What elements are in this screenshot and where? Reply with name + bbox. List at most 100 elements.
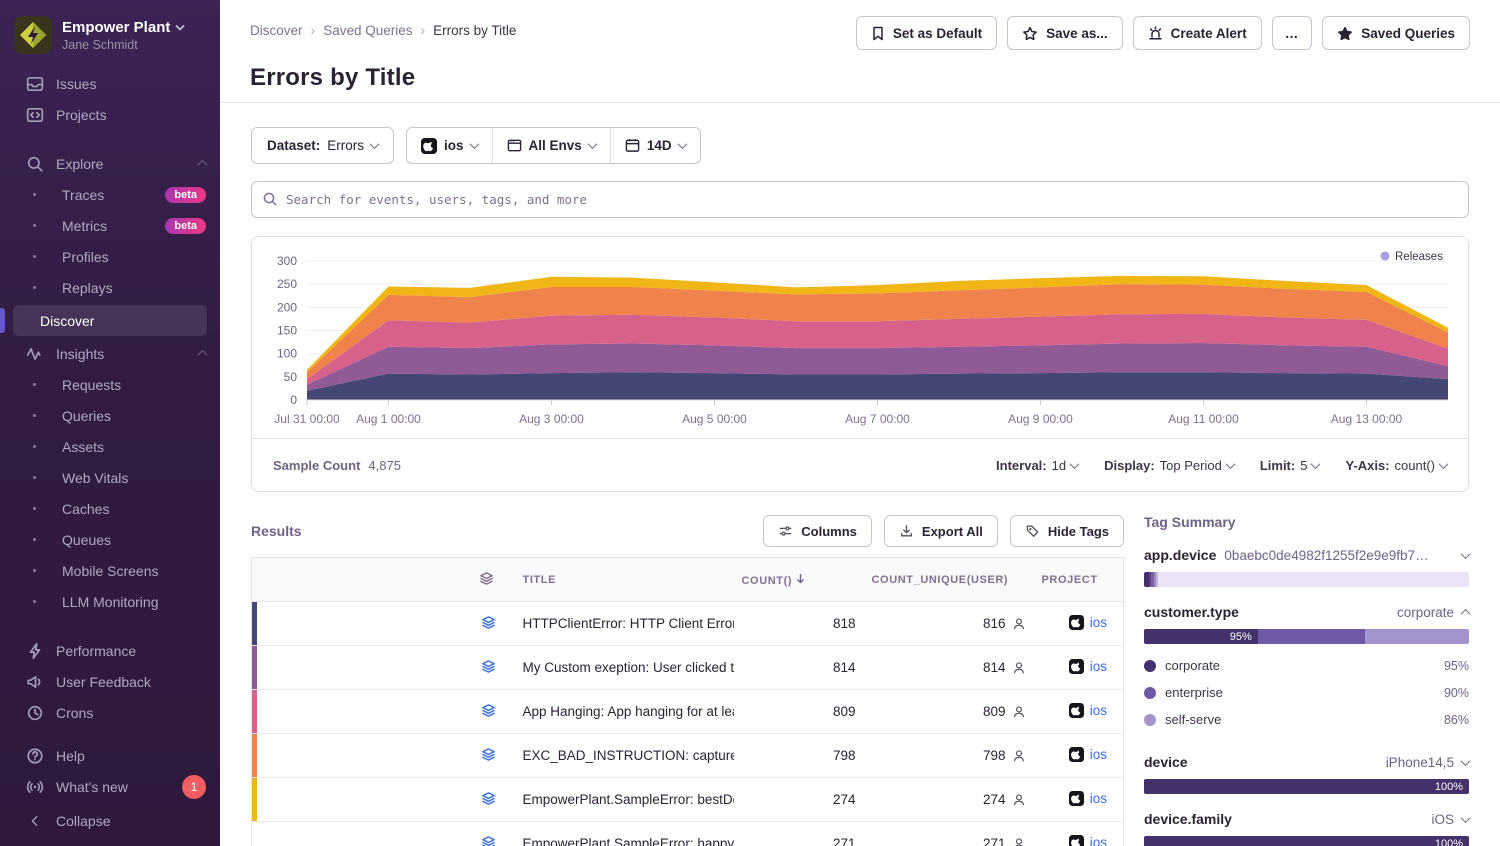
event-title[interactable]: EmpowerPlant.SampleError: happyCustomer … <box>523 836 734 846</box>
table-row[interactable]: EmpowerPlant.SampleError: happyCustomer … <box>252 822 1124 846</box>
sidebar-item-crons[interactable]: Crons <box>0 697 220 728</box>
table-row[interactable]: EmpowerPlant.SampleError: bestDeveloper … <box>252 778 1124 822</box>
columns-button[interactable]: Columns <box>763 515 872 547</box>
sidebar-item-mobile-screens[interactable]: Mobile Screens <box>0 555 220 586</box>
sidebar-group-insights[interactable]: Insights <box>0 338 220 369</box>
layers-icon <box>479 571 494 586</box>
page-filters: ios All Envs 14D <box>406 127 701 164</box>
hide-tags-button[interactable]: Hide Tags <box>1010 515 1124 547</box>
saved-queries-button[interactable]: Saved Queries <box>1322 16 1470 50</box>
tag-section-device[interactable]: device iPhone14,5 100% <box>1144 754 1469 794</box>
tag-section-device-family[interactable]: device.family iOS 100% <box>1144 811 1469 846</box>
events-chart[interactable]: Jul 31 00:00Aug 1 00:00Aug 3 00:00Aug 5 … <box>252 237 1468 437</box>
sidebar-collapse-button[interactable]: Collapse <box>0 805 220 836</box>
beta-badge: beta <box>165 187 206 203</box>
column-project[interactable]: PROJECT <box>1034 558 1124 602</box>
project-link[interactable]: ios <box>1069 659 1107 674</box>
tag-legend: corporate95% enterprise90% self-serve86% <box>1144 652 1469 733</box>
layers-icon[interactable] <box>481 615 496 630</box>
chevron-down-icon <box>1070 459 1080 469</box>
set-as-default-button[interactable]: Set as Default <box>856 16 997 50</box>
project-link[interactable]: ios <box>1069 703 1107 718</box>
apple-ios-icon <box>1069 615 1084 630</box>
user-icon <box>1012 837 1026 846</box>
event-title[interactable]: EXC_BAD_INSTRUCTION: captureFatalError: … <box>523 748 734 763</box>
sidebar-item-web-vitals[interactable]: Web Vitals <box>0 462 220 493</box>
yaxis-selector[interactable]: Y-Axis:count() <box>1345 458 1447 473</box>
sidebar-item-metrics[interactable]: Metrics beta <box>0 210 220 241</box>
sidebar-item-queries[interactable]: Queries <box>0 400 220 431</box>
search-icon <box>262 191 278 207</box>
chevron-left-icon <box>26 812 44 830</box>
sidebar-item-whats-new[interactable]: What's new 1 <box>0 771 220 802</box>
chevron-down-icon <box>370 139 380 149</box>
star-outline-icon <box>1022 26 1038 41</box>
layers-icon[interactable] <box>481 791 496 806</box>
dataset-selector[interactable]: Dataset:Errors <box>251 127 394 164</box>
sidebar-item-replays[interactable]: Replays <box>0 272 220 303</box>
sidebar-item-performance[interactable]: Performance <box>0 635 220 666</box>
column-count[interactable]: COUNT() <box>734 558 864 602</box>
environment-filter[interactable]: All Envs <box>492 128 610 163</box>
sidebar-item-requests[interactable]: Requests <box>0 369 220 400</box>
y-tick-label: 250 <box>277 277 297 291</box>
sidebar-item-queues[interactable]: Queues <box>0 524 220 555</box>
sidebar-item-traces[interactable]: Traces beta <box>0 179 220 210</box>
breadcrumb-discover[interactable]: Discover <box>250 23 303 38</box>
export-all-button[interactable]: Export All <box>884 515 998 547</box>
active-indicator <box>0 308 5 333</box>
more-options-button[interactable]: … <box>1272 16 1313 50</box>
sidebar-item-assets[interactable]: Assets <box>0 431 220 462</box>
project-link[interactable]: ios <box>1069 791 1107 806</box>
sidebar-item-user-feedback[interactable]: User Feedback <box>0 666 220 697</box>
event-title[interactable]: My Custom exeption: User clicked the but… <box>523 660 734 675</box>
x-tick-label: Aug 5 00:00 <box>682 412 747 426</box>
results-label: Results <box>251 523 302 539</box>
results-table: TITLE COUNT() COUNT_UNIQUE(USER) PROJECT… <box>251 557 1124 846</box>
breadcrumb-saved-queries[interactable]: Saved Queries <box>323 23 412 38</box>
sidebar-item-caches[interactable]: Caches <box>0 493 220 524</box>
project-link[interactable]: ios <box>1069 835 1107 846</box>
limit-selector[interactable]: Limit:5 <box>1260 458 1320 473</box>
tag-icon <box>1025 524 1040 538</box>
org-switcher[interactable]: Empower Plant Jane Schmidt <box>0 0 220 68</box>
column-title[interactable]: TITLE <box>515 558 734 602</box>
sidebar-item-issues[interactable]: Issues <box>0 68 220 99</box>
search-input[interactable] <box>251 181 1469 218</box>
layers-icon[interactable] <box>481 659 496 674</box>
table-row[interactable]: HTTPClientError: HTTP Client Error with … <box>252 602 1124 646</box>
apple-ios-icon <box>1069 835 1084 846</box>
event-title[interactable]: EmpowerPlant.SampleError: bestDeveloper … <box>523 792 734 807</box>
layers-icon[interactable] <box>481 747 496 762</box>
sidebar-item-projects[interactable]: Projects <box>0 99 220 130</box>
sidebar-item-profiles[interactable]: Profiles <box>0 241 220 272</box>
tag-section-customer-type[interactable]: customer.type corporate 95% corporate95%… <box>1144 604 1469 733</box>
display-selector[interactable]: Display:Top Period <box>1104 458 1234 473</box>
count-cell: 818 <box>734 602 864 646</box>
project-link[interactable]: ios <box>1069 747 1107 762</box>
org-logo <box>14 16 52 54</box>
layers-icon[interactable] <box>481 835 496 846</box>
project-link[interactable]: ios <box>1069 615 1107 630</box>
column-count-unique[interactable]: COUNT_UNIQUE(USER) <box>864 558 1034 602</box>
legend-label[interactable]: Releases <box>1395 251 1443 263</box>
table-row[interactable]: App Hanging: App hanging for at least 20… <box>252 690 1124 734</box>
project-filter[interactable]: ios <box>407 128 492 163</box>
table-row[interactable]: EXC_BAD_INSTRUCTION: captureFatalError: … <box>252 734 1124 778</box>
layers-icon[interactable] <box>481 703 496 718</box>
save-as-button[interactable]: Save as... <box>1007 16 1123 50</box>
sidebar-item-discover[interactable]: Discover <box>0 305 220 336</box>
interval-selector[interactable]: Interval:1d <box>996 458 1078 473</box>
bookmark-icon <box>871 26 885 41</box>
create-alert-button[interactable]: Create Alert <box>1133 16 1262 50</box>
table-row[interactable]: My Custom exeption: User clicked the but… <box>252 646 1124 690</box>
event-title[interactable]: HTTPClientError: HTTP Client Error with … <box>523 616 734 631</box>
tag-section-app-device[interactable]: app.device 0baebc0de4982f1255f2e9e9fb7… <box>1144 547 1469 587</box>
sidebar-group-explore[interactable]: Explore <box>0 148 220 179</box>
y-tick-label: 300 <box>277 254 297 268</box>
sidebar-item-help[interactable]: Help <box>0 740 220 771</box>
sidebar-item-llm-monitoring[interactable]: LLM Monitoring <box>0 586 220 617</box>
event-title[interactable]: App Hanging: App hanging for at least 20… <box>523 704 734 719</box>
count-cell: 809 <box>734 690 864 734</box>
date-range-filter[interactable]: 14D <box>610 128 700 163</box>
